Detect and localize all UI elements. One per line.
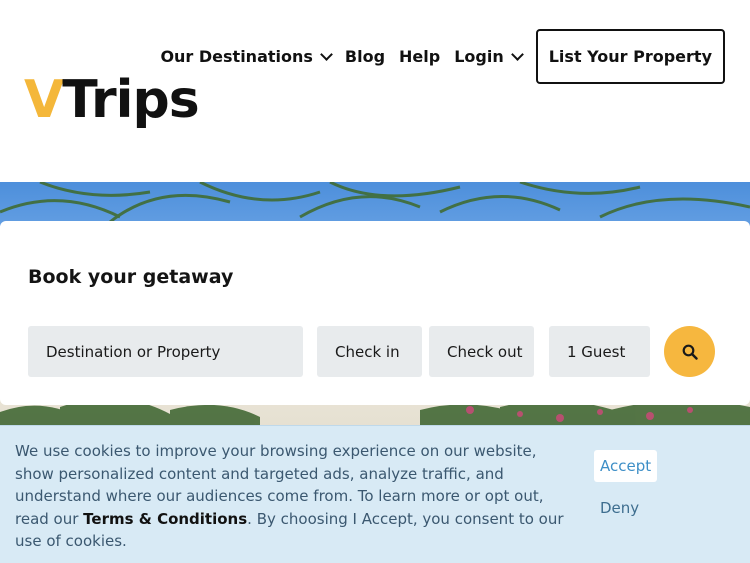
nav-blog-label: Blog <box>344 47 386 66</box>
list-your-property-button[interactable]: List Your Property <box>535 29 725 84</box>
booking-title: Book your getaway <box>28 266 234 288</box>
guests-selector[interactable]: 1 Guest <box>549 326 650 377</box>
nav-help-label: Help <box>399 47 441 66</box>
cookie-banner: We use cookies to improve your browsing … <box>0 425 750 563</box>
terms-conditions-link[interactable]: Terms & Conditions <box>83 510 247 528</box>
destination-placeholder: Destination or Property <box>46 342 221 361</box>
guests-label: 1 Guest <box>567 342 626 361</box>
main-nav: Our Destinations Blog Help Login List Yo… <box>160 29 725 84</box>
chevron-down-icon <box>510 47 524 61</box>
list-your-property-label: List Your Property <box>548 47 712 66</box>
check-out-label: Check out <box>447 342 523 361</box>
destination-input[interactable]: Destination or Property <box>28 326 303 377</box>
chevron-down-icon <box>320 47 333 61</box>
nav-login[interactable]: Login <box>454 47 524 66</box>
booking-card: Book your getaway Destination or Propert… <box>0 221 750 405</box>
cookie-deny-button[interactable]: Deny <box>600 496 639 520</box>
site-header: V Trips Our Destinations Blog Help Login … <box>0 0 750 182</box>
search-button[interactable] <box>664 326 715 377</box>
cookie-message: We use cookies to improve your browsing … <box>15 440 575 553</box>
logo-v-mark: V <box>24 70 64 130</box>
check-out-field[interactable]: Check out <box>429 326 534 377</box>
search-icon <box>682 344 698 360</box>
cookie-accept-button[interactable]: Accept <box>594 450 658 482</box>
nav-login-label: Login <box>454 47 504 66</box>
nav-our-destinations-label: Our Destinations <box>160 47 313 66</box>
cookie-deny-label: Deny <box>600 499 640 517</box>
nav-our-destinations[interactable]: Our Destinations <box>160 47 333 66</box>
cookie-accept-label: Accept <box>600 457 652 475</box>
check-in-label: Check in <box>335 342 400 361</box>
check-in-field[interactable]: Check in <box>317 326 422 377</box>
nav-blog[interactable]: Blog <box>345 47 385 66</box>
nav-help[interactable]: Help <box>399 47 440 66</box>
